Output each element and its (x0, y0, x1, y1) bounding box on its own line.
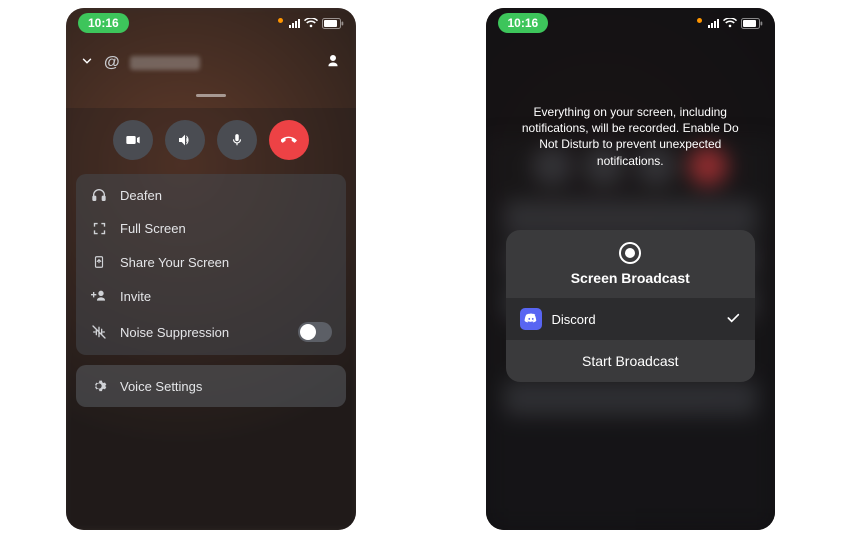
broadcast-warning-text: Everything on your screen, including not… (514, 104, 748, 169)
wifi-icon (723, 18, 737, 28)
speaker-button[interactable] (165, 120, 205, 160)
cellular-icon (289, 18, 300, 28)
status-bar: 10:16 (66, 8, 356, 38)
at-icon: @ (104, 54, 120, 72)
battery-icon (322, 18, 344, 29)
status-right (278, 18, 344, 29)
record-icon (619, 242, 641, 264)
menu-item-deafen[interactable]: Deafen (76, 178, 346, 212)
status-time-pill: 10:16 (78, 13, 129, 33)
wifi-icon (304, 18, 318, 28)
menu-label: Voice Settings (120, 379, 202, 394)
menu-item-fullscreen[interactable]: Full Screen (76, 212, 346, 245)
phone-right: 10:16 Everything on your screen, includi… (486, 8, 776, 530)
broadcast-header: Screen Broadcast (506, 230, 756, 298)
mic-button[interactable] (217, 120, 257, 160)
voice-settings-card: Voice Settings (76, 365, 346, 407)
cellular-icon (708, 18, 719, 28)
channel-name-blurred (130, 56, 200, 70)
menu-item-invite[interactable]: Invite (76, 279, 346, 313)
noise-suppression-icon (90, 324, 108, 340)
broadcast-app-name: Discord (552, 312, 596, 327)
menu-label: Noise Suppression (120, 325, 229, 340)
menu-label: Full Screen (120, 221, 186, 236)
share-screen-icon (90, 254, 108, 270)
menu-card: Deafen Full Screen Share Your Screen Inv… (76, 174, 346, 355)
menu-item-share[interactable]: Share Your Screen (76, 245, 346, 279)
recording-dot-icon (278, 18, 283, 23)
recording-dot-icon (697, 18, 702, 23)
status-time-pill: 10:16 (498, 13, 549, 33)
headphones-icon (90, 187, 108, 203)
call-button-row (76, 120, 346, 160)
menu-label: Invite (120, 289, 151, 304)
call-panel: Deafen Full Screen Share Your Screen Inv… (66, 108, 356, 530)
check-icon (725, 310, 741, 329)
menu-item-noise[interactable]: Noise Suppression (76, 313, 346, 351)
channel-bar: @ (66, 46, 356, 80)
phone-left: 10:16 @ (66, 8, 356, 530)
start-broadcast-button[interactable]: Start Broadcast (506, 340, 756, 382)
status-bar: 10:16 (486, 8, 776, 38)
broadcast-app-row[interactable]: Discord (506, 298, 756, 340)
broadcast-title: Screen Broadcast (506, 270, 756, 286)
fullscreen-icon (90, 221, 108, 236)
broadcast-card: Screen Broadcast Discord Start Broadcast (506, 230, 756, 382)
menu-label: Deafen (120, 188, 162, 203)
discord-icon (520, 308, 542, 330)
menu-item-voice-settings[interactable]: Voice Settings (76, 369, 346, 403)
drag-handle[interactable] (196, 94, 226, 97)
chevron-down-icon[interactable] (80, 54, 94, 73)
video-button[interactable] (113, 120, 153, 160)
add-user-icon[interactable] (324, 52, 342, 75)
status-right (697, 18, 763, 29)
invite-icon (90, 288, 108, 304)
gear-icon (90, 378, 108, 394)
noise-toggle[interactable] (298, 322, 332, 342)
battery-icon (741, 18, 763, 29)
hangup-button[interactable] (269, 120, 309, 160)
menu-label: Share Your Screen (120, 255, 229, 270)
